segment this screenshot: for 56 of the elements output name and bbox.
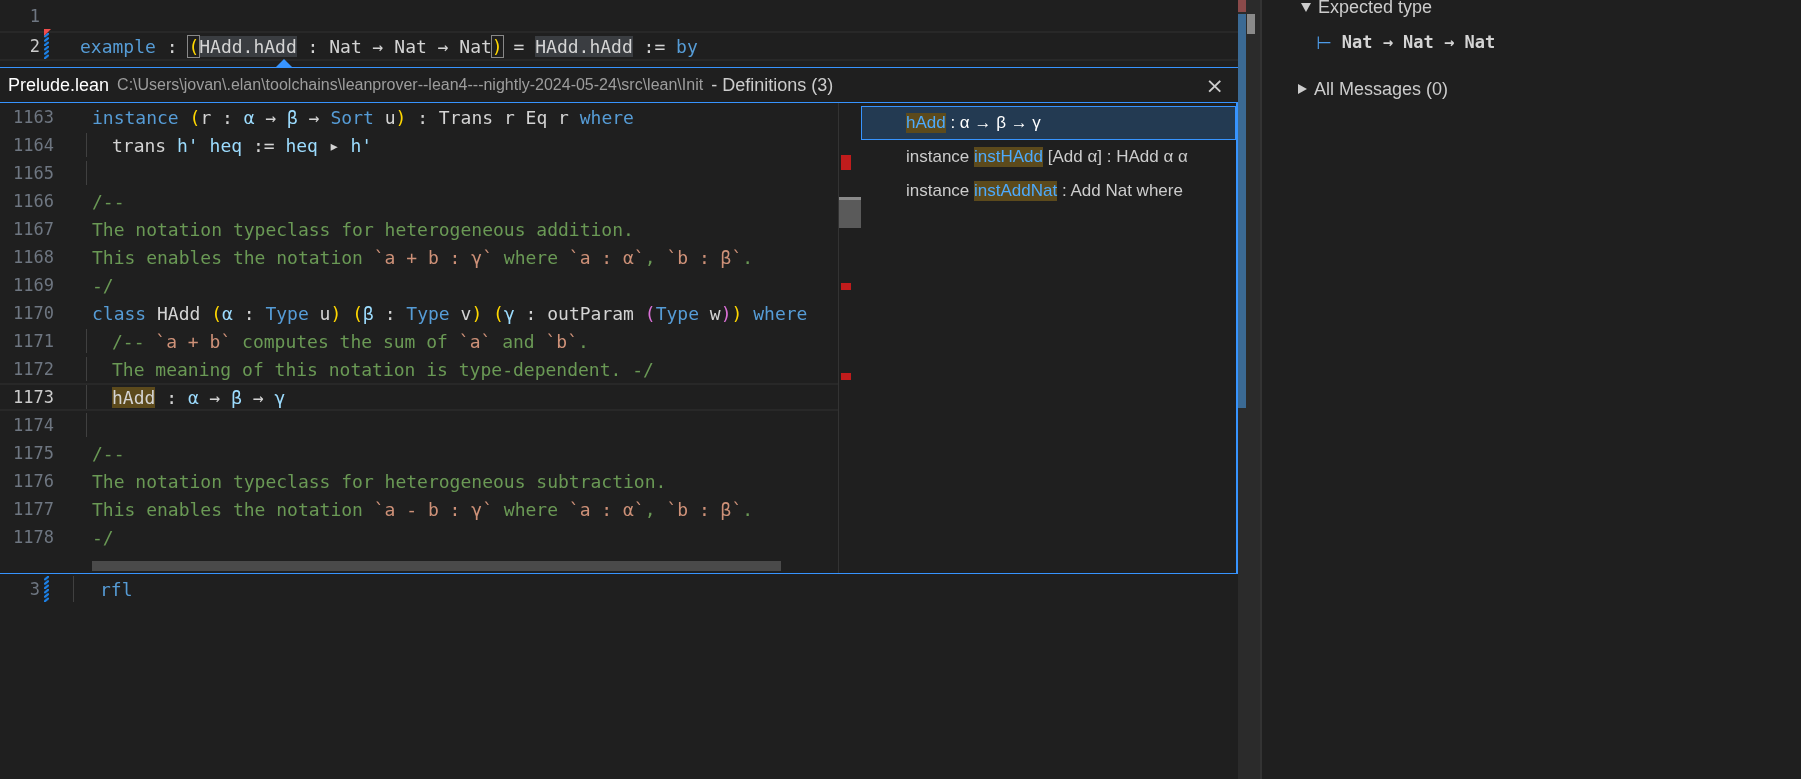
line-number: 1 [28, 6, 40, 26]
code-line: The meaning of this notation is type-dependent. -/ [112, 358, 654, 380]
line-number: 1167 [12, 219, 54, 239]
code-line: example : (HAdd.hAdd : Nat → Nat → Nat) = HAdd.hAdd := by [80, 35, 698, 57]
line-number: 1174 [12, 415, 54, 435]
close-button[interactable]: × [1199, 72, 1230, 98]
error-marker [841, 373, 851, 380]
line-number: 1172 [12, 359, 54, 379]
scrollbar-thumb[interactable] [839, 197, 861, 228]
definition-item[interactable]: hAdd : α → β → γ [861, 106, 1236, 140]
file-path: C:\Users\jovan\.elan\toolchains\leanprover--lean4---nightly-2024-05-24\src\lean\Init [117, 76, 704, 94]
section-title[interactable]: Expected type [1318, 0, 1433, 18]
code-line: /-- [92, 190, 125, 212]
line-number: 2 [28, 36, 40, 56]
code-line: /-- [92, 442, 125, 464]
section-title[interactable]: All Messages (0) [1314, 78, 1449, 100]
code-line: -/ [92, 274, 114, 296]
caret-right-icon[interactable] [1296, 83, 1308, 95]
code-line: hAdd : α → β → γ [112, 386, 286, 408]
code-line: This enables the notation `a - b : γ` where `a : α`, `b : β`. [92, 498, 754, 520]
error-marker [1238, 0, 1246, 12]
code-line: rfl [100, 578, 133, 600]
code-line: This enables the notation `a + b : γ` where `a : α`, `b : β`. [92, 246, 754, 268]
line-number: 1171 [12, 331, 54, 351]
code-line: class HAdd (α : Type u) (β : Type v) (γ : outParam (Type w)) where [92, 302, 808, 324]
peek-title: - Definitions (3) [711, 74, 834, 96]
horizontal-scrollbar[interactable] [92, 561, 781, 571]
line-number: 1173 [12, 387, 54, 407]
code-line: The notation typeclass for heterogeneous subtraction. [92, 470, 667, 492]
file-name: Prelude.lean [8, 74, 110, 96]
line-number: 1164 [12, 135, 54, 155]
turnstile-symbol: ⊢ [1316, 31, 1332, 53]
line-number: 1177 [12, 499, 54, 519]
line-number: 1163 [12, 107, 54, 127]
cursor-position-marker [1247, 14, 1255, 34]
code-line: The notation typeclass for heterogeneous addition. [92, 218, 634, 240]
error-marker [841, 155, 851, 170]
line-number: 1165 [12, 163, 54, 183]
code-line: trans h' heq := heq ▸ h' [112, 134, 373, 156]
code-line: -/ [92, 526, 114, 548]
line-number: 1169 [12, 275, 54, 295]
line-number: 1175 [12, 443, 54, 463]
line-number: 3 [28, 579, 40, 599]
definition-item[interactable]: instance instAddNat : Add Nat where [861, 174, 1236, 208]
line-number: 1176 [12, 471, 54, 491]
line-number: 1166 [12, 191, 54, 211]
goal-type: Nat → Nat → Nat [1341, 32, 1496, 52]
code-line: instance (r : α → β → Sort u) : Trans r Eq r where [92, 106, 634, 128]
caret-down-icon[interactable] [1300, 1, 1312, 13]
line-number: 1168 [12, 247, 54, 267]
error-marker [841, 283, 851, 290]
line-number: 1178 [12, 527, 54, 547]
line-number: 1170 [12, 303, 54, 323]
scrollbar-thumb[interactable] [1238, 14, 1246, 408]
code-line: /-- `a + b` computes the sum of `a` and `b`. [112, 330, 589, 352]
definition-item[interactable]: instance instHAdd [Add α] : HAdd α α [861, 140, 1236, 174]
